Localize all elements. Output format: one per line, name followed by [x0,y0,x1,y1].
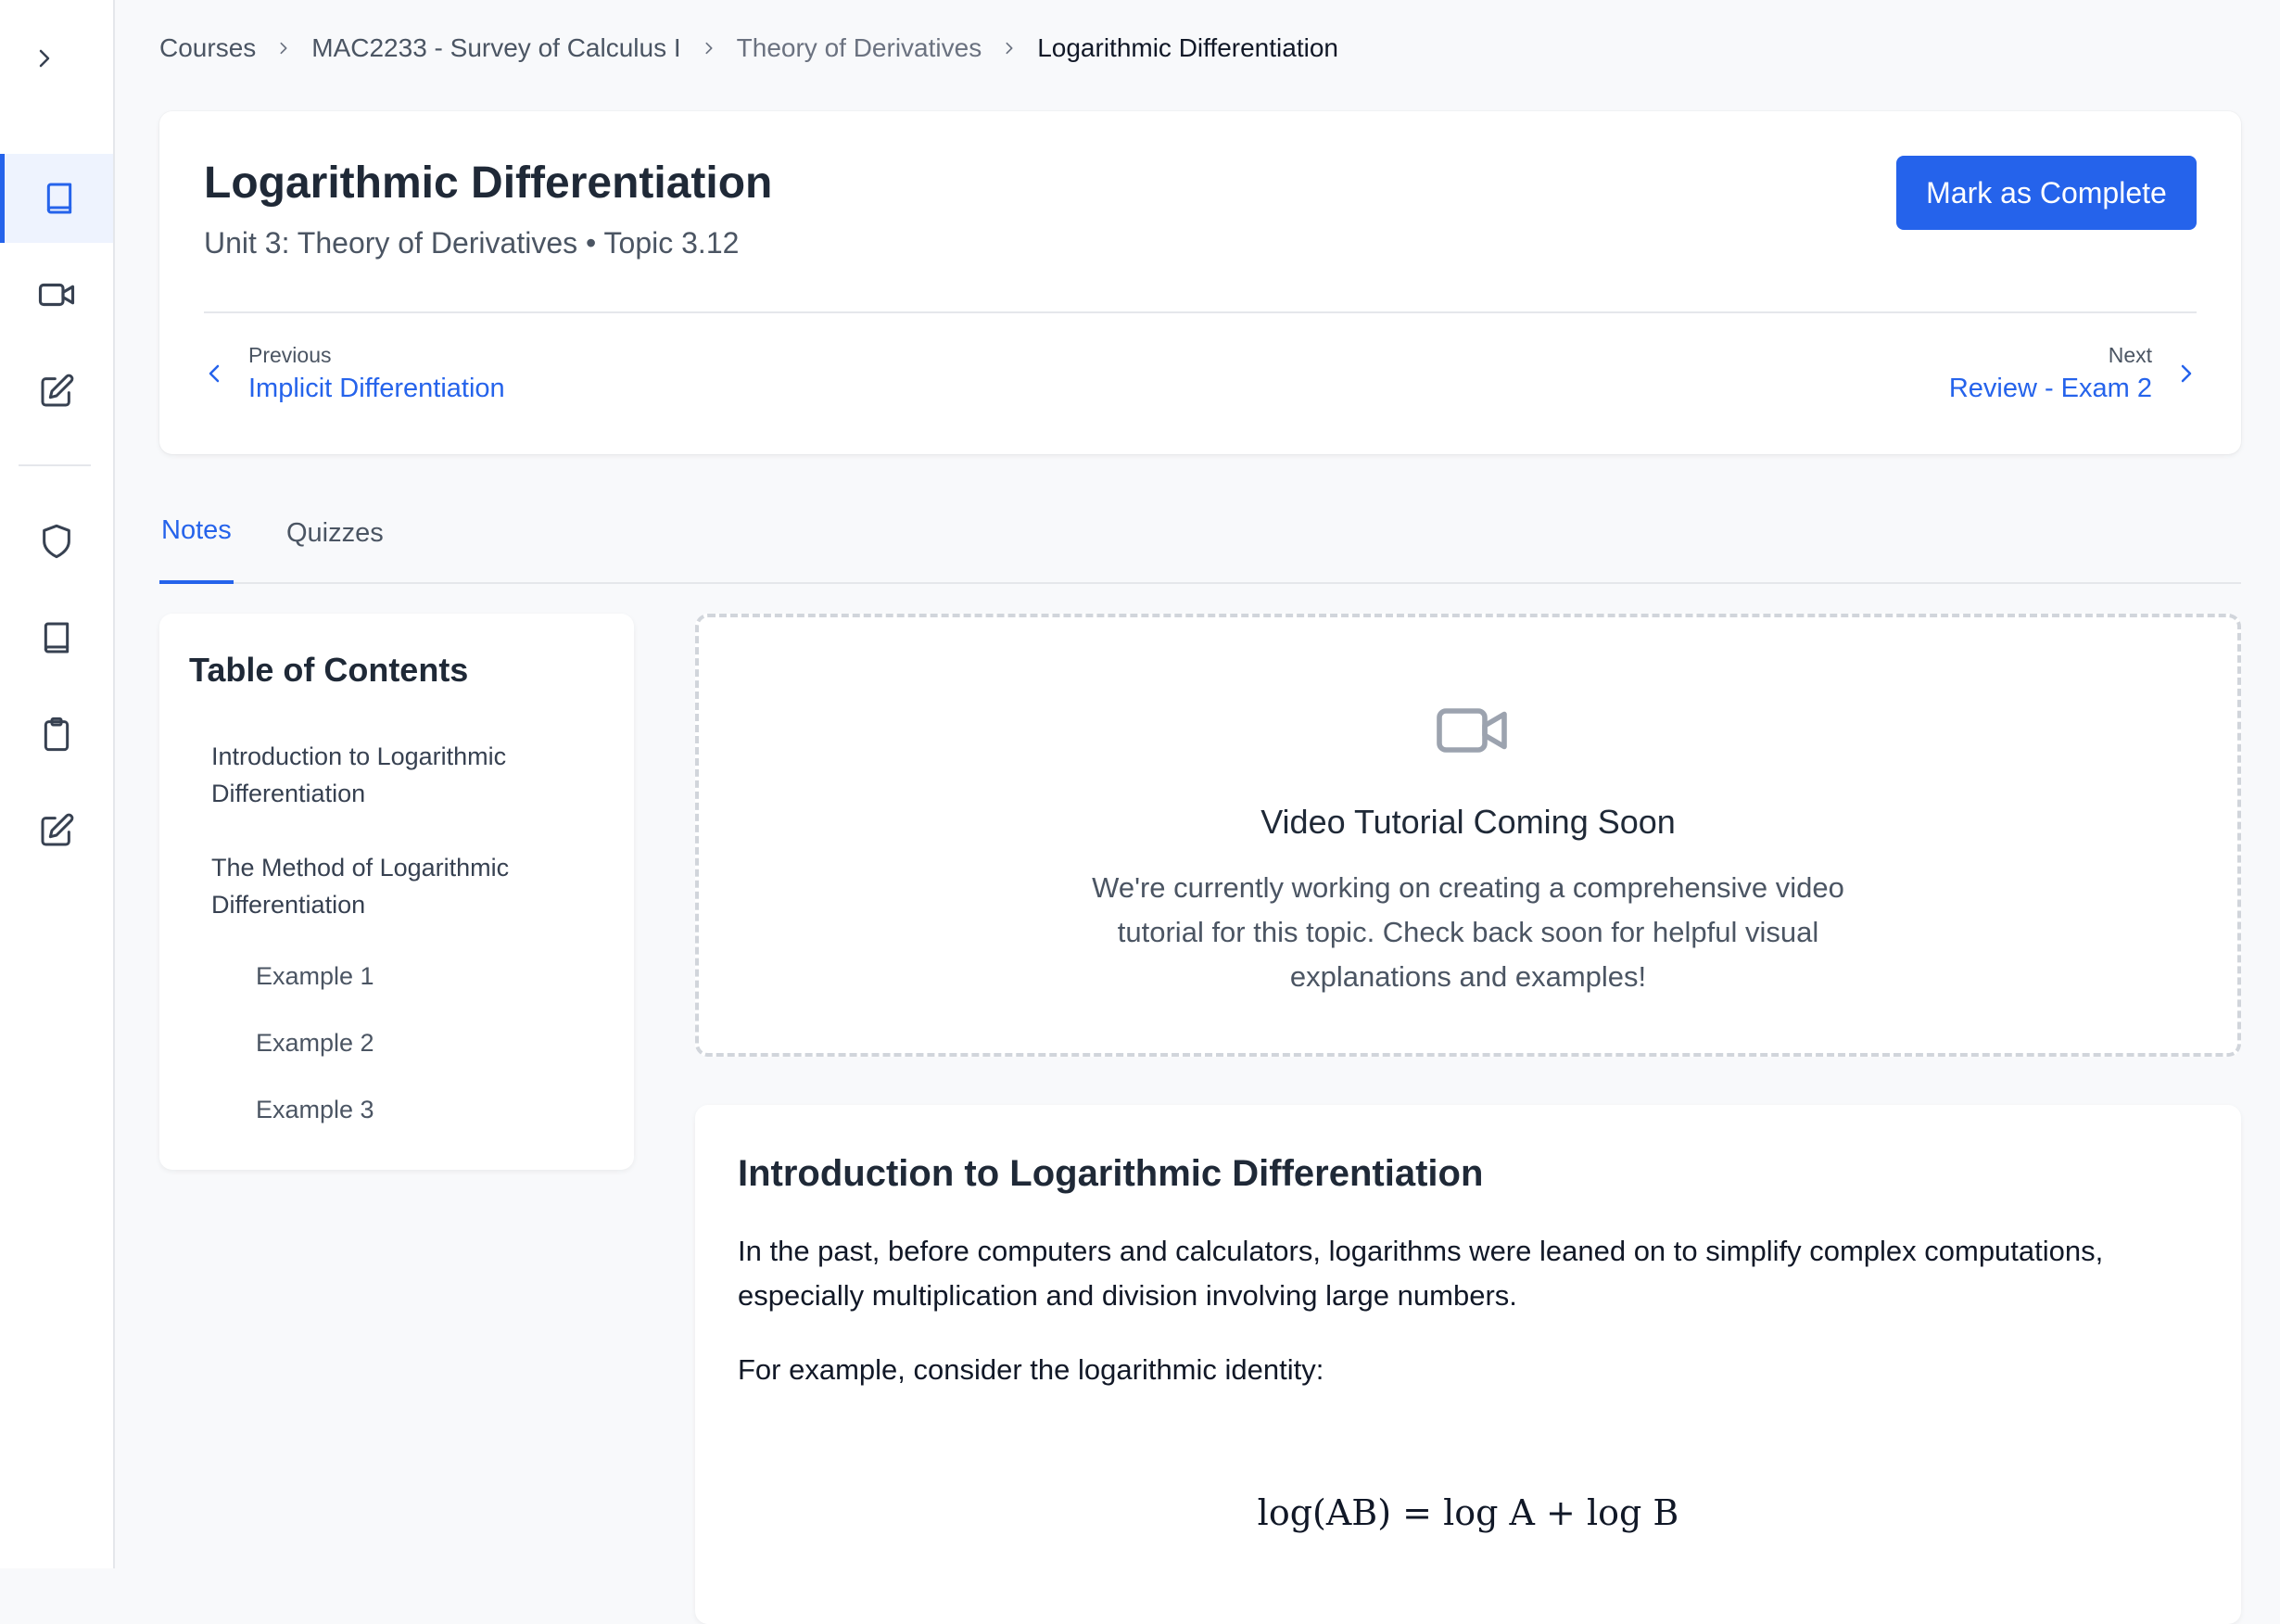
sidebar-divider [19,464,91,466]
chevron-left-icon [204,362,226,385]
book-icon [41,180,78,217]
mark-complete-button[interactable]: Mark as Complete [1896,156,2197,230]
next-label: Next [2108,343,2152,367]
notes-content: Introduction to Logarithmic Differentiat… [695,1105,2241,1624]
video-description: We're currently working on creating a co… [1092,871,1844,993]
formula-rhs: log A + log B [1443,1492,1679,1533]
paragraph-1: In the past, before computers and calcul… [738,1235,2104,1312]
chevron-right-icon [1002,41,1017,56]
toc-item-introduction[interactable]: Introduction to Logarithmic Differentiat… [211,738,582,812]
sidebar-item-clipboard[interactable] [0,690,113,779]
previous-label: Previous [248,343,332,367]
toc-item-example-1[interactable]: Example 1 [256,962,374,991]
page-title: Logarithmic Differentiation [204,159,773,208]
sidebar-item-notes[interactable] [0,154,113,243]
toc-item-example-2[interactable]: Example 2 [256,1029,374,1058]
table-of-contents: Table of Contents Introduction to Logari… [159,614,634,1170]
previous-topic-link[interactable]: Previous Implicit Differentiation [204,343,505,404]
tab-quizzes[interactable]: Quizzes [286,518,384,587]
formula-equals: = [1402,1492,1432,1533]
video-icon [37,275,76,314]
next-topic-title[interactable]: Review - Exam 2 [1949,374,2152,404]
edit-icon [38,373,75,410]
formula-log-identity: log(AB) = log A + log B [695,1492,2241,1533]
book-icon [38,619,75,656]
formula-lhs: log(AB) [1257,1492,1392,1533]
sidebar-rail [0,0,115,1568]
content-tabs: Notes Quizzes [159,501,2241,584]
sidebar-item-edit[interactable] [0,786,113,875]
next-topic-link[interactable]: Next Review - Exam 2 [1949,343,2197,404]
chevron-right-icon [2174,362,2197,385]
sidebar-item-assignments[interactable] [0,347,113,436]
chevron-right-icon[interactable] [28,42,61,75]
chevron-right-icon [276,41,291,56]
sidebar-item-library[interactable] [0,593,113,682]
toc-title: Table of Contents [189,651,469,689]
video-icon [1433,691,1511,769]
breadcrumb-item-course[interactable]: MAC2233 - Survey of Calculus I [311,33,680,63]
toc-item-example-3[interactable]: Example 3 [256,1096,374,1124]
previous-topic-title[interactable]: Implicit Differentiation [248,374,505,404]
video-placeholder: Video Tutorial Coming Soon We're current… [695,614,2241,1057]
video-title: Video Tutorial Coming Soon [1260,803,1676,841]
page-subtitle: Unit 3: Theory of Derivatives • Topic 3.… [204,226,740,260]
sidebar-item-videos[interactable] [0,250,113,339]
clipboard-icon [38,716,75,753]
breadcrumb-item-unit[interactable]: Theory of Derivatives [737,33,982,63]
breadcrumb-item-courses[interactable]: Courses [159,33,256,63]
breadcrumb-item-current: Logarithmic Differentiation [1037,33,1338,62]
shield-icon [38,523,75,560]
topic-header-card: Logarithmic Differentiation Unit 3: Theo… [159,111,2241,454]
toc-item-method[interactable]: The Method of Logarithmic Differentiatio… [211,849,582,923]
chevron-right-icon [702,41,716,56]
tab-notes[interactable]: Notes [159,515,234,584]
section-title: Introduction to Logarithmic Differentiat… [738,1153,1484,1194]
edit-icon [38,812,75,849]
paragraph-2: For example, consider the logarithmic id… [738,1353,1324,1386]
breadcrumb: Courses MAC2233 - Survey of Calculus I T… [159,32,1338,65]
header-divider [204,311,2197,313]
sidebar-item-security[interactable] [0,497,113,586]
